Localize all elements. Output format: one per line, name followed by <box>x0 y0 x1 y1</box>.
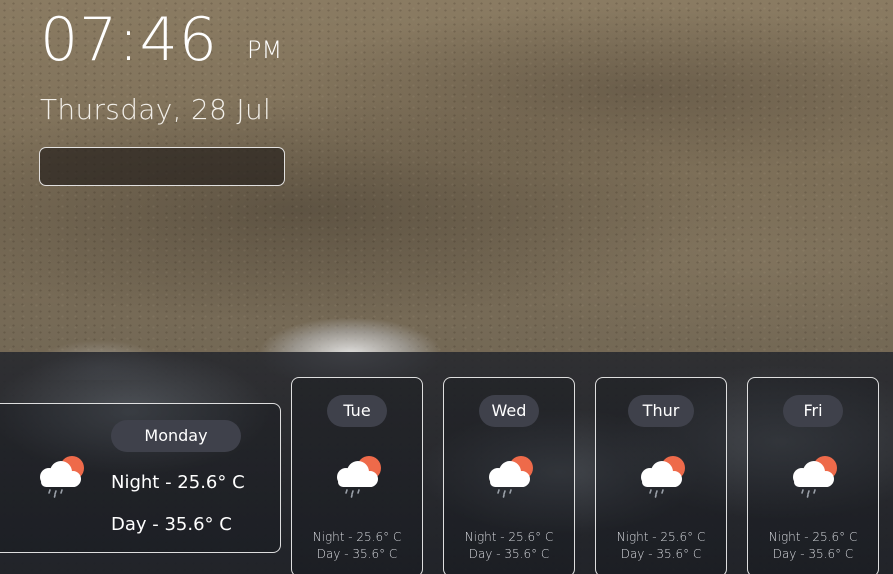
current-date: Thursday, 28 Jul <box>40 93 272 126</box>
forecast-night-temp: Night - 25.6° C <box>768 530 858 544</box>
today-forecast-card: Monday Night - 25.6° C Day - 35.6° C <box>0 403 281 553</box>
forecast-night-temp: Night - 25.6° C <box>312 530 402 544</box>
forecast-card: Fri Night - 25.6° C Day - 35.6° C <box>747 377 879 574</box>
forecast-card: Thur Night - 25.6° C Day - 35.6° C <box>595 377 727 574</box>
forecast-day-label: Tue <box>327 395 387 427</box>
cloud-sun-rain-icon <box>40 456 84 498</box>
clock-time: 07:46 <box>40 5 218 75</box>
forecast-day-temp: Day - 35.6° C <box>468 547 550 561</box>
forecast-day-label: Fri <box>783 395 843 427</box>
city-search-input[interactable] <box>39 147 285 186</box>
cloud-sun-rain-icon <box>337 456 381 498</box>
today-day-label: Monday <box>111 420 241 452</box>
forecast-card: Tue Night - 25.6° C Day - 35.6° C <box>291 377 423 574</box>
forecast-night-temp: Night - 25.6° C <box>616 530 706 544</box>
forecast-day-label: Thur <box>628 395 694 427</box>
clock-period: PM <box>247 36 283 64</box>
forecast-night-temp: Night - 25.6° C <box>464 530 554 544</box>
today-night-temp: Night - 25.6° C <box>111 472 245 493</box>
cloud-sun-rain-icon <box>489 456 533 498</box>
forecast-day-temp: Day - 35.6° C <box>316 547 398 561</box>
forecast-card: Wed Night - 25.6° C Day - 35.6° C <box>443 377 575 574</box>
forecast-day-temp: Day - 35.6° C <box>620 547 702 561</box>
weather-screen: 07:46 PM Thursday, 28 Jul Monday Night -… <box>0 0 893 574</box>
forecast-day-temp: Day - 35.6° C <box>772 547 854 561</box>
cloud-sun-rain-icon <box>641 456 685 498</box>
today-day-temp: Day - 35.6° C <box>111 514 232 535</box>
forecast-day-label: Wed <box>479 395 539 427</box>
cloud-sun-rain-icon <box>793 456 837 498</box>
